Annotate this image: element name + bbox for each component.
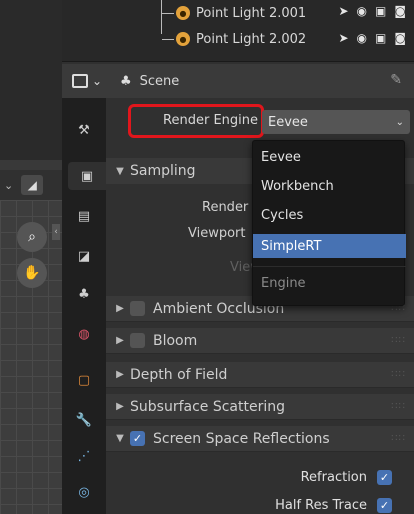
image-icon: ◪ [77,248,91,264]
properties-editor-icon [72,74,88,88]
scene-icon: ♣ [120,73,132,89]
outliner-item-label: Point Light 2.002 [196,31,307,47]
drag-handle-icon[interactable]: ∷∷ [391,335,406,346]
menu-item-eevee[interactable]: Eevee [253,145,406,169]
half-res-trace-checkbox[interactable]: ✓ [377,498,392,513]
property-label: Half Res Trace [275,498,367,513]
drag-handle-icon[interactable]: ∷∷ [391,401,406,412]
sidebar-toggle-icon[interactable]: ‹ [52,224,60,240]
tab-view-layer[interactable]: ◪ [68,242,100,270]
expand-triangle-icon: ▶ [116,401,124,412]
drag-handle-icon[interactable]: ∷∷ [391,433,406,444]
tab-physics[interactable]: ◎ [68,478,100,506]
tab-world[interactable]: ◍ [68,320,100,348]
viewport-top-area [0,0,62,160]
monitor-icon[interactable]: ▣ [375,4,386,18]
select-arrow-icon[interactable]: ➤ [338,4,348,18]
render-camera-icon: ▣ [80,168,94,184]
expand-triangle-icon: ▶ [116,335,124,346]
render-engine-select[interactable]: Eevee ⌄ [262,110,410,134]
render-engine-dropdown: Eevee Workbench Cycles SimpleRT Engine [252,140,406,306]
refraction-property[interactable]: Refraction ✓ [301,470,392,485]
drag-handle-icon[interactable]: ∷∷ [391,369,406,380]
refraction-checkbox[interactable]: ✓ [377,470,392,485]
expand-triangle-icon: ▶ [116,303,124,314]
property-label: Refraction [300,470,367,485]
outliner-row-icons: ➤ ◉ ▣ ◙ [338,4,406,18]
tab-scene[interactable]: ♣ [68,280,100,308]
expand-triangle-icon: ▼ [116,165,124,177]
world-icon: ◍ [78,326,90,342]
render-engine-value: Eevee [268,114,308,130]
physics-icon: ◎ [78,484,90,500]
breadcrumb: Scene [139,73,180,89]
monitor-icon[interactable]: ▣ [375,31,386,45]
enable-checkbox[interactable] [130,333,145,348]
editor-type-button[interactable]: ⌄ [72,70,110,92]
chevron-down-icon[interactable]: ⌄ [4,179,13,192]
tab-modifiers[interactable]: 🔧 [68,406,100,434]
tab-particles[interactable]: ⋰ [68,442,100,470]
properties-header: ⌄ ♣ Scene ✎ [62,64,414,98]
tab-object[interactable]: ▢ [68,366,100,394]
outliner-row[interactable]: ● Point Light 2.002 [162,28,306,50]
half-res-trace-property[interactable]: Half Res Trace ✓ [275,498,392,513]
outliner-row-icons: ➤ ◉ ▣ ◙ [338,31,406,45]
viewport-3d[interactable]: ⌄ ◢ ⌕ ‹ ✋ [0,0,62,514]
tab-render[interactable]: ▣ [68,162,106,190]
chevron-down-icon: ⌄ [395,116,404,128]
tool-icon: ⚒ [78,122,90,138]
wrench-icon: 🔧 [75,412,93,428]
enable-checkbox[interactable]: ✓ [130,431,145,446]
section-label: Screen Space Reflections [153,430,330,447]
camera-icon[interactable]: ◙ [394,4,406,18]
menu-title: Engine [261,276,306,291]
render-engine-row: Render Engine Eevee ⌄ [106,104,414,138]
select-arrow-icon[interactable]: ➤ [338,31,348,45]
scene-icon: ♣ [78,286,90,302]
menu-divider [253,266,406,267]
particles-icon: ⋰ [77,448,91,464]
expand-triangle-icon: ▼ [116,433,124,444]
tab-output[interactable]: ▤ [68,202,100,230]
camera-icon[interactable]: ◙ [394,31,406,45]
editor-type-icon[interactable]: ◢ [21,175,44,195]
panel-depth-of-field[interactable]: ▶ Depth of Field ∷∷ [106,362,414,388]
object-icon: ▢ [77,372,91,388]
panel-subsurface-scattering[interactable]: ▶ Subsurface Scattering ∷∷ [106,394,414,420]
outliner-item-label: Point Light 2.001 [196,5,307,21]
expand-triangle-icon: ▶ [116,369,124,380]
sampling-viewport-label: Viewport [188,226,246,241]
menu-item-workbench[interactable]: Workbench [253,174,406,198]
eye-icon[interactable]: ◉ [357,31,367,45]
point-light-icon: ● [176,32,190,46]
panel-screen-space-reflections[interactable]: ▼ ✓ Screen Space Reflections ∷∷ [106,426,414,452]
zoom-icon[interactable]: ⌕ [17,222,47,252]
point-light-icon: ● [176,6,190,20]
pin-icon[interactable]: ✎ [390,72,402,88]
panel-bloom[interactable]: ▶ Bloom ∷∷ [106,328,414,354]
tab-tool[interactable]: ⚒ [68,116,100,144]
section-label: Depth of Field [130,366,228,383]
properties-tabs: ⚒ ▣ ▤ ◪ ♣ ◍ ▢ 🔧 ⋰ ◎ [62,64,106,514]
enable-checkbox[interactable] [130,301,145,316]
section-label: Sampling [130,163,196,179]
outliner-row[interactable]: ● Point Light 2.001 [162,2,306,24]
printer-icon: ▤ [77,208,91,224]
menu-item-simplert[interactable]: SimpleRT [253,234,406,258]
blender-window: ⌄ ◢ ⌕ ‹ ✋ ● Point Light 2.001 ➤ ◉ ▣ ◙ ● … [0,0,414,514]
viewport-header: ⌄ ◢ [0,170,62,200]
render-engine-label: Render Engine [163,113,258,128]
hand-pan-icon[interactable]: ✋ [17,258,47,288]
eye-icon[interactable]: ◉ [357,4,367,18]
sampling-render-label: Render [202,200,249,215]
menu-item-cycles[interactable]: Cycles [253,203,406,227]
section-label: Bloom [153,332,198,349]
section-label: Subsurface Scattering [130,398,285,415]
outliner: ● Point Light 2.001 ➤ ◉ ▣ ◙ ● Point Ligh… [62,0,414,62]
